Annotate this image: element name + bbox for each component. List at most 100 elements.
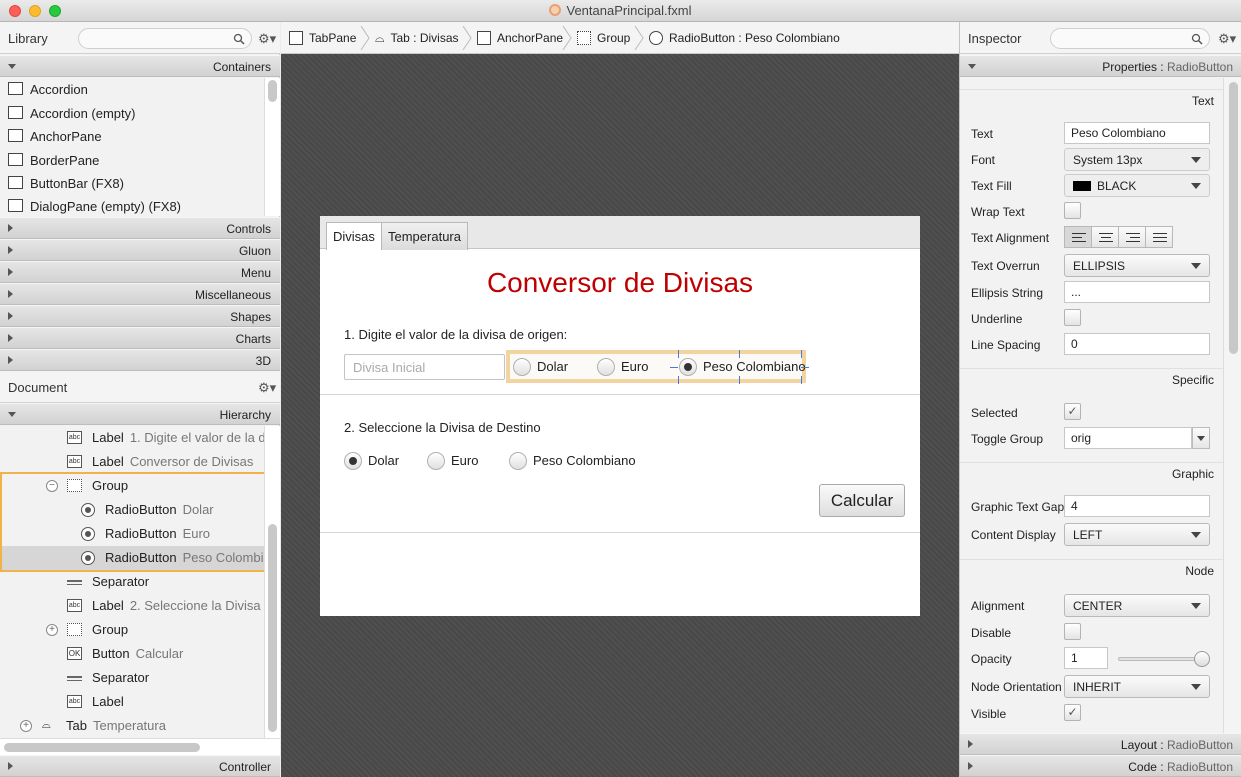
hierarchy-scrollbar[interactable] (264, 426, 280, 738)
tree-row-label-1[interactable]: abc Label 1. Digite el valor de la divi (0, 426, 278, 450)
resize-handle[interactable] (801, 376, 802, 384)
opacity-slider-thumb[interactable] (1194, 651, 1210, 667)
library-scrollbar[interactable] (264, 78, 280, 216)
document-title: Document (8, 380, 68, 395)
orientation-dropdown[interactable]: INHERIT (1064, 675, 1210, 698)
tree-row-radio-peso[interactable]: RadioButton Peso Colombia (0, 546, 271, 570)
opacity-field[interactable]: 1 (1064, 647, 1108, 669)
section-miscellaneous[interactable]: Miscellaneous (0, 283, 280, 305)
font-dropdown[interactable]: System 13px (1064, 148, 1210, 171)
align-left-icon[interactable] (1064, 226, 1092, 248)
resize-handle[interactable] (739, 350, 740, 358)
selected-checkbox[interactable]: ✓ (1064, 403, 1081, 420)
section-containers[interactable]: Containers (0, 55, 280, 77)
library-gear-icon[interactable]: ⚙▾ (258, 31, 276, 47)
resize-handle[interactable] (801, 350, 802, 358)
underline-checkbox[interactable] (1064, 309, 1081, 326)
hierarchy-hscrollbar[interactable] (0, 738, 280, 755)
collapse-icon[interactable]: − (46, 480, 58, 492)
tree-row-button[interactable]: OK Button Calcular (0, 642, 264, 666)
scroll-thumb[interactable] (4, 743, 200, 752)
tab-divisas[interactable]: Divisas (326, 222, 382, 250)
opacity-slider-track[interactable] (1118, 657, 1202, 661)
content-display-dropdown[interactable]: LEFT (1064, 523, 1210, 546)
section-3d[interactable]: 3D (0, 349, 280, 371)
scroll-thumb[interactable] (1229, 82, 1238, 354)
properties-section[interactable]: Properties : RadioButton (960, 55, 1241, 77)
library-item-anchorpane[interactable]: AnchorPane (0, 125, 264, 148)
tab-temperatura[interactable]: Temperatura (381, 222, 468, 250)
library-item-accordion-empty[interactable]: Accordion (empty) (0, 102, 264, 125)
resize-handle[interactable] (678, 376, 679, 384)
expand-icon[interactable]: + (46, 624, 58, 636)
text-fill-dropdown[interactable]: BLACK (1064, 174, 1210, 197)
align-justify-icon[interactable] (1145, 226, 1173, 248)
crumb-tab[interactable]: ⌓ Tab : Divisas (375, 31, 459, 46)
section-menu[interactable]: Menu (0, 261, 280, 283)
collapsed-arrow-icon (8, 356, 13, 364)
section-controller[interactable]: Controller (0, 755, 280, 777)
resize-handle[interactable] (678, 350, 679, 358)
document-gear-icon[interactable]: ⚙▾ (258, 380, 276, 396)
overrun-dropdown[interactable]: ELLIPSIS (1064, 254, 1210, 277)
section-gluon[interactable]: Gluon (0, 239, 280, 261)
calcular-button[interactable]: Calcular (819, 484, 905, 517)
text-field[interactable]: Peso Colombiano (1064, 122, 1210, 144)
align-center-icon[interactable] (1091, 226, 1119, 248)
section-charts[interactable]: Charts (0, 327, 280, 349)
tree-row-radio-euro[interactable]: RadioButton Euro (0, 522, 264, 546)
tree-row-label-3[interactable]: abc Label 2. Seleccione la Divisa de (0, 594, 279, 618)
crumb-radiobutton[interactable]: RadioButton : Peso Colombiano (649, 31, 840, 45)
section-shapes[interactable]: Shapes (0, 305, 280, 327)
left-panel: Library ⚙▾ Containers Accordion Accordio… (0, 22, 280, 777)
collapsed-arrow-icon (8, 312, 13, 320)
library-item-dialogpane[interactable]: DialogPane (empty) (FX8) (0, 195, 264, 218)
collapsed-arrow-icon (8, 268, 13, 276)
resize-handle[interactable] (670, 367, 678, 368)
visible-checkbox[interactable]: ✓ (1064, 704, 1081, 721)
tree-row-separator-2[interactable]: Separator (0, 666, 264, 690)
toggle-group-dropdown-button[interactable] (1192, 427, 1210, 449)
inspector-gear-icon[interactable]: ⚙▾ (1218, 31, 1236, 47)
toggle-group-field[interactable]: orig (1064, 427, 1192, 449)
layout-section[interactable]: Layout : RadioButton (960, 733, 1241, 755)
library-item-accordion[interactable]: Accordion (0, 78, 264, 101)
crumb-anchorpane[interactable]: AnchorPane (477, 31, 563, 45)
tree-row-radio-dolar[interactable]: RadioButton Dolar (0, 498, 264, 522)
tree-row-separator-1[interactable]: Separator (0, 570, 264, 594)
alignment-dropdown[interactable]: CENTER (1064, 594, 1210, 617)
crumb-group[interactable]: Group (577, 31, 630, 45)
destination-label: 2. Seleccione la Divisa de Destino (344, 420, 541, 435)
library-item-buttonbar[interactable]: ButtonBar (FX8) (0, 172, 264, 195)
scroll-thumb[interactable] (268, 80, 277, 102)
wrap-text-checkbox[interactable] (1064, 202, 1081, 219)
library-item-borderpane[interactable]: BorderPane (0, 149, 264, 172)
scroll-thumb[interactable] (268, 524, 277, 732)
origin-label: 1. Digite el valor de la divisa de orige… (344, 327, 568, 342)
tree-row-tab-temperatura[interactable]: + ⌓ Tab Temperatura (0, 714, 264, 738)
section-controls[interactable]: Controls (0, 217, 280, 239)
tree-row-group-2[interactable]: + Group (0, 618, 264, 642)
prop-disable: Disable (960, 620, 1223, 646)
tree-row-group-1[interactable]: − Group (0, 474, 264, 498)
prop-text: Text Peso Colombiano (960, 121, 1223, 147)
resize-handle[interactable] (801, 367, 809, 368)
library-search-input[interactable] (78, 28, 252, 49)
expand-icon[interactable]: + (20, 720, 32, 732)
inspector-scrollbar[interactable] (1223, 78, 1241, 734)
amount-input[interactable]: Divisa Inicial (344, 354, 505, 380)
line-spacing-field[interactable]: 0 (1064, 333, 1210, 355)
ellipsis-field[interactable]: ... (1064, 281, 1210, 303)
graphic-gap-field[interactable]: 4 (1064, 495, 1210, 517)
disable-checkbox[interactable] (1064, 623, 1081, 640)
tree-row-label-2[interactable]: abc Label Conversor de Divisas (0, 450, 264, 474)
tree-row-label-4[interactable]: abc Label (0, 690, 264, 714)
align-right-icon[interactable] (1118, 226, 1146, 248)
inspector-header: Inspector ⚙▾ (960, 22, 1241, 54)
inspector-search-input[interactable] (1050, 28, 1210, 49)
code-section[interactable]: Code : RadioButton (960, 755, 1241, 777)
section-hierarchy[interactable]: Hierarchy (0, 403, 280, 425)
color-swatch (1073, 181, 1091, 191)
resize-handle[interactable] (739, 376, 740, 384)
crumb-tabpane[interactable]: TabPane (289, 31, 356, 45)
